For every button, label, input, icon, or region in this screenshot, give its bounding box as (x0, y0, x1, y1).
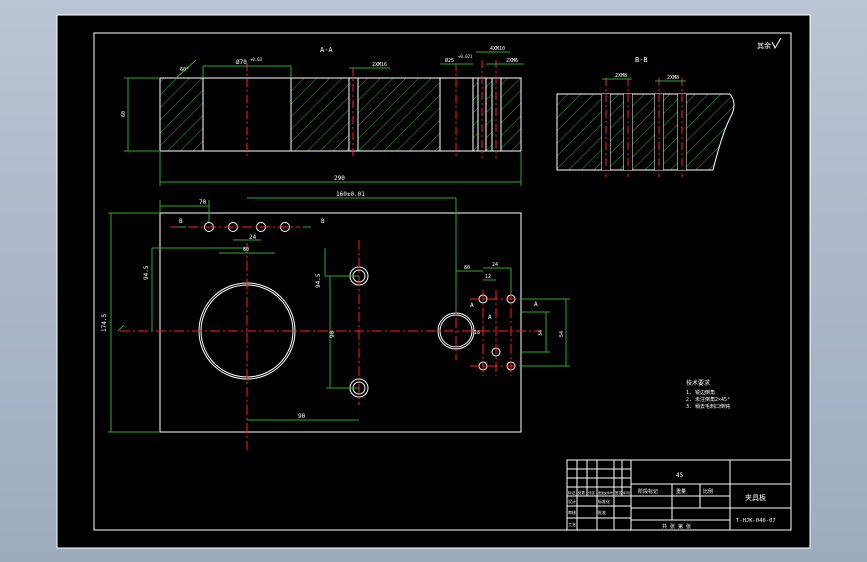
part-name: 夹具板 (745, 493, 766, 502)
notes-line-3: 3. 稍去毛刺口倒钝 (686, 403, 730, 410)
dim-54: 54 (559, 331, 565, 337)
bb-thread-1: 2XM8 (615, 73, 627, 79)
dim-total-width: 290 (334, 175, 345, 182)
dim-height: 60 (121, 111, 127, 117)
tb-check: 审核 (568, 509, 576, 515)
cad-drawing-viewport[interactable]: A-A Ø70 +0.03 2XM16 Ø25 +0.021 4XM10 2XM… (0, 0, 867, 562)
dim-70: 70 (199, 199, 207, 206)
dim-top-tol: +0.03 (250, 57, 263, 62)
dim-60: 60 (243, 247, 249, 253)
tb-approve: 批准 (598, 509, 606, 515)
tb-count: 处数 (578, 490, 586, 495)
dim-12: 12 (485, 274, 491, 280)
dim-94-5-right: 94.5 (315, 273, 322, 288)
tb-date: 年月日 (623, 490, 632, 495)
dim-thread-c: 2XM6 (506, 58, 518, 64)
bb-outline (556, 93, 735, 171)
section-bb-label: B-B (635, 56, 648, 64)
aa-hatch-5 (486, 78, 492, 151)
dim-thread-b: 4XM10 (490, 46, 505, 52)
aa-hatch-6 (501, 78, 521, 151)
tb-change-doc: 更改文件号 (598, 490, 613, 495)
dim-174-5: 174.5 (101, 314, 108, 332)
drawing-number: T-HJK-046-07 (736, 518, 776, 524)
dim-angle: 60° (180, 67, 189, 73)
section-mark-a2: A (470, 302, 474, 309)
scale-label: 比例 (703, 488, 713, 495)
aa-hatch-4 (473, 78, 478, 151)
sheet-label: 共 张 第 张 (662, 523, 691, 530)
dim-top-dia: Ø70 (236, 59, 247, 66)
surface-roughness-note: 其余 (757, 41, 771, 50)
dim-small-tol: +0.021 (458, 54, 473, 59)
dim-94-5-left: 94.5 (143, 265, 150, 280)
notes-line-1: 1. 锐边倒角 (686, 389, 715, 396)
tb-design: 设计 (568, 498, 576, 504)
tb-zone: 分区 (588, 490, 596, 495)
weight-label: 重量 (676, 488, 686, 495)
material: 45 (676, 472, 684, 479)
section-mark-a3: A (488, 314, 492, 321)
section-aa-label: A-A (320, 46, 333, 54)
section-mark-a1: A (534, 301, 538, 308)
dim-24b: 24 (492, 262, 498, 268)
tb-mark: 标记 (568, 490, 576, 495)
dim-90-horizontal: 90 (298, 413, 306, 420)
aa-hatch-2 (291, 78, 349, 151)
dim-34: 34 (538, 330, 544, 336)
dim-18: 18 (474, 330, 480, 336)
notes-title: 技术要求 (686, 379, 710, 387)
dim-24: 24 (249, 234, 257, 241)
aa-hatch-1 (160, 78, 203, 151)
dim-80: 80 (464, 265, 470, 271)
tb-sign: 签名 (615, 490, 622, 495)
dim-160: 160±0.01 (336, 191, 365, 198)
dim-thread-a: 2XM16 (372, 62, 387, 68)
section-mark-b2: B (321, 218, 325, 225)
dim-90-vertical: 90 (329, 330, 336, 338)
notes-line-2: 2. 未注倒角2×45° (686, 396, 730, 403)
tb-standard: 标准化 (598, 498, 610, 504)
bb-thread-2: 2XM8 (667, 75, 679, 81)
aa-hatch-3 (358, 78, 440, 151)
tb-craft: 工艺 (568, 522, 576, 527)
dim-small-dia: Ø25 (445, 57, 454, 64)
section-mark-b1: B (179, 218, 183, 225)
stage-label: 阶段标记 (638, 488, 658, 495)
